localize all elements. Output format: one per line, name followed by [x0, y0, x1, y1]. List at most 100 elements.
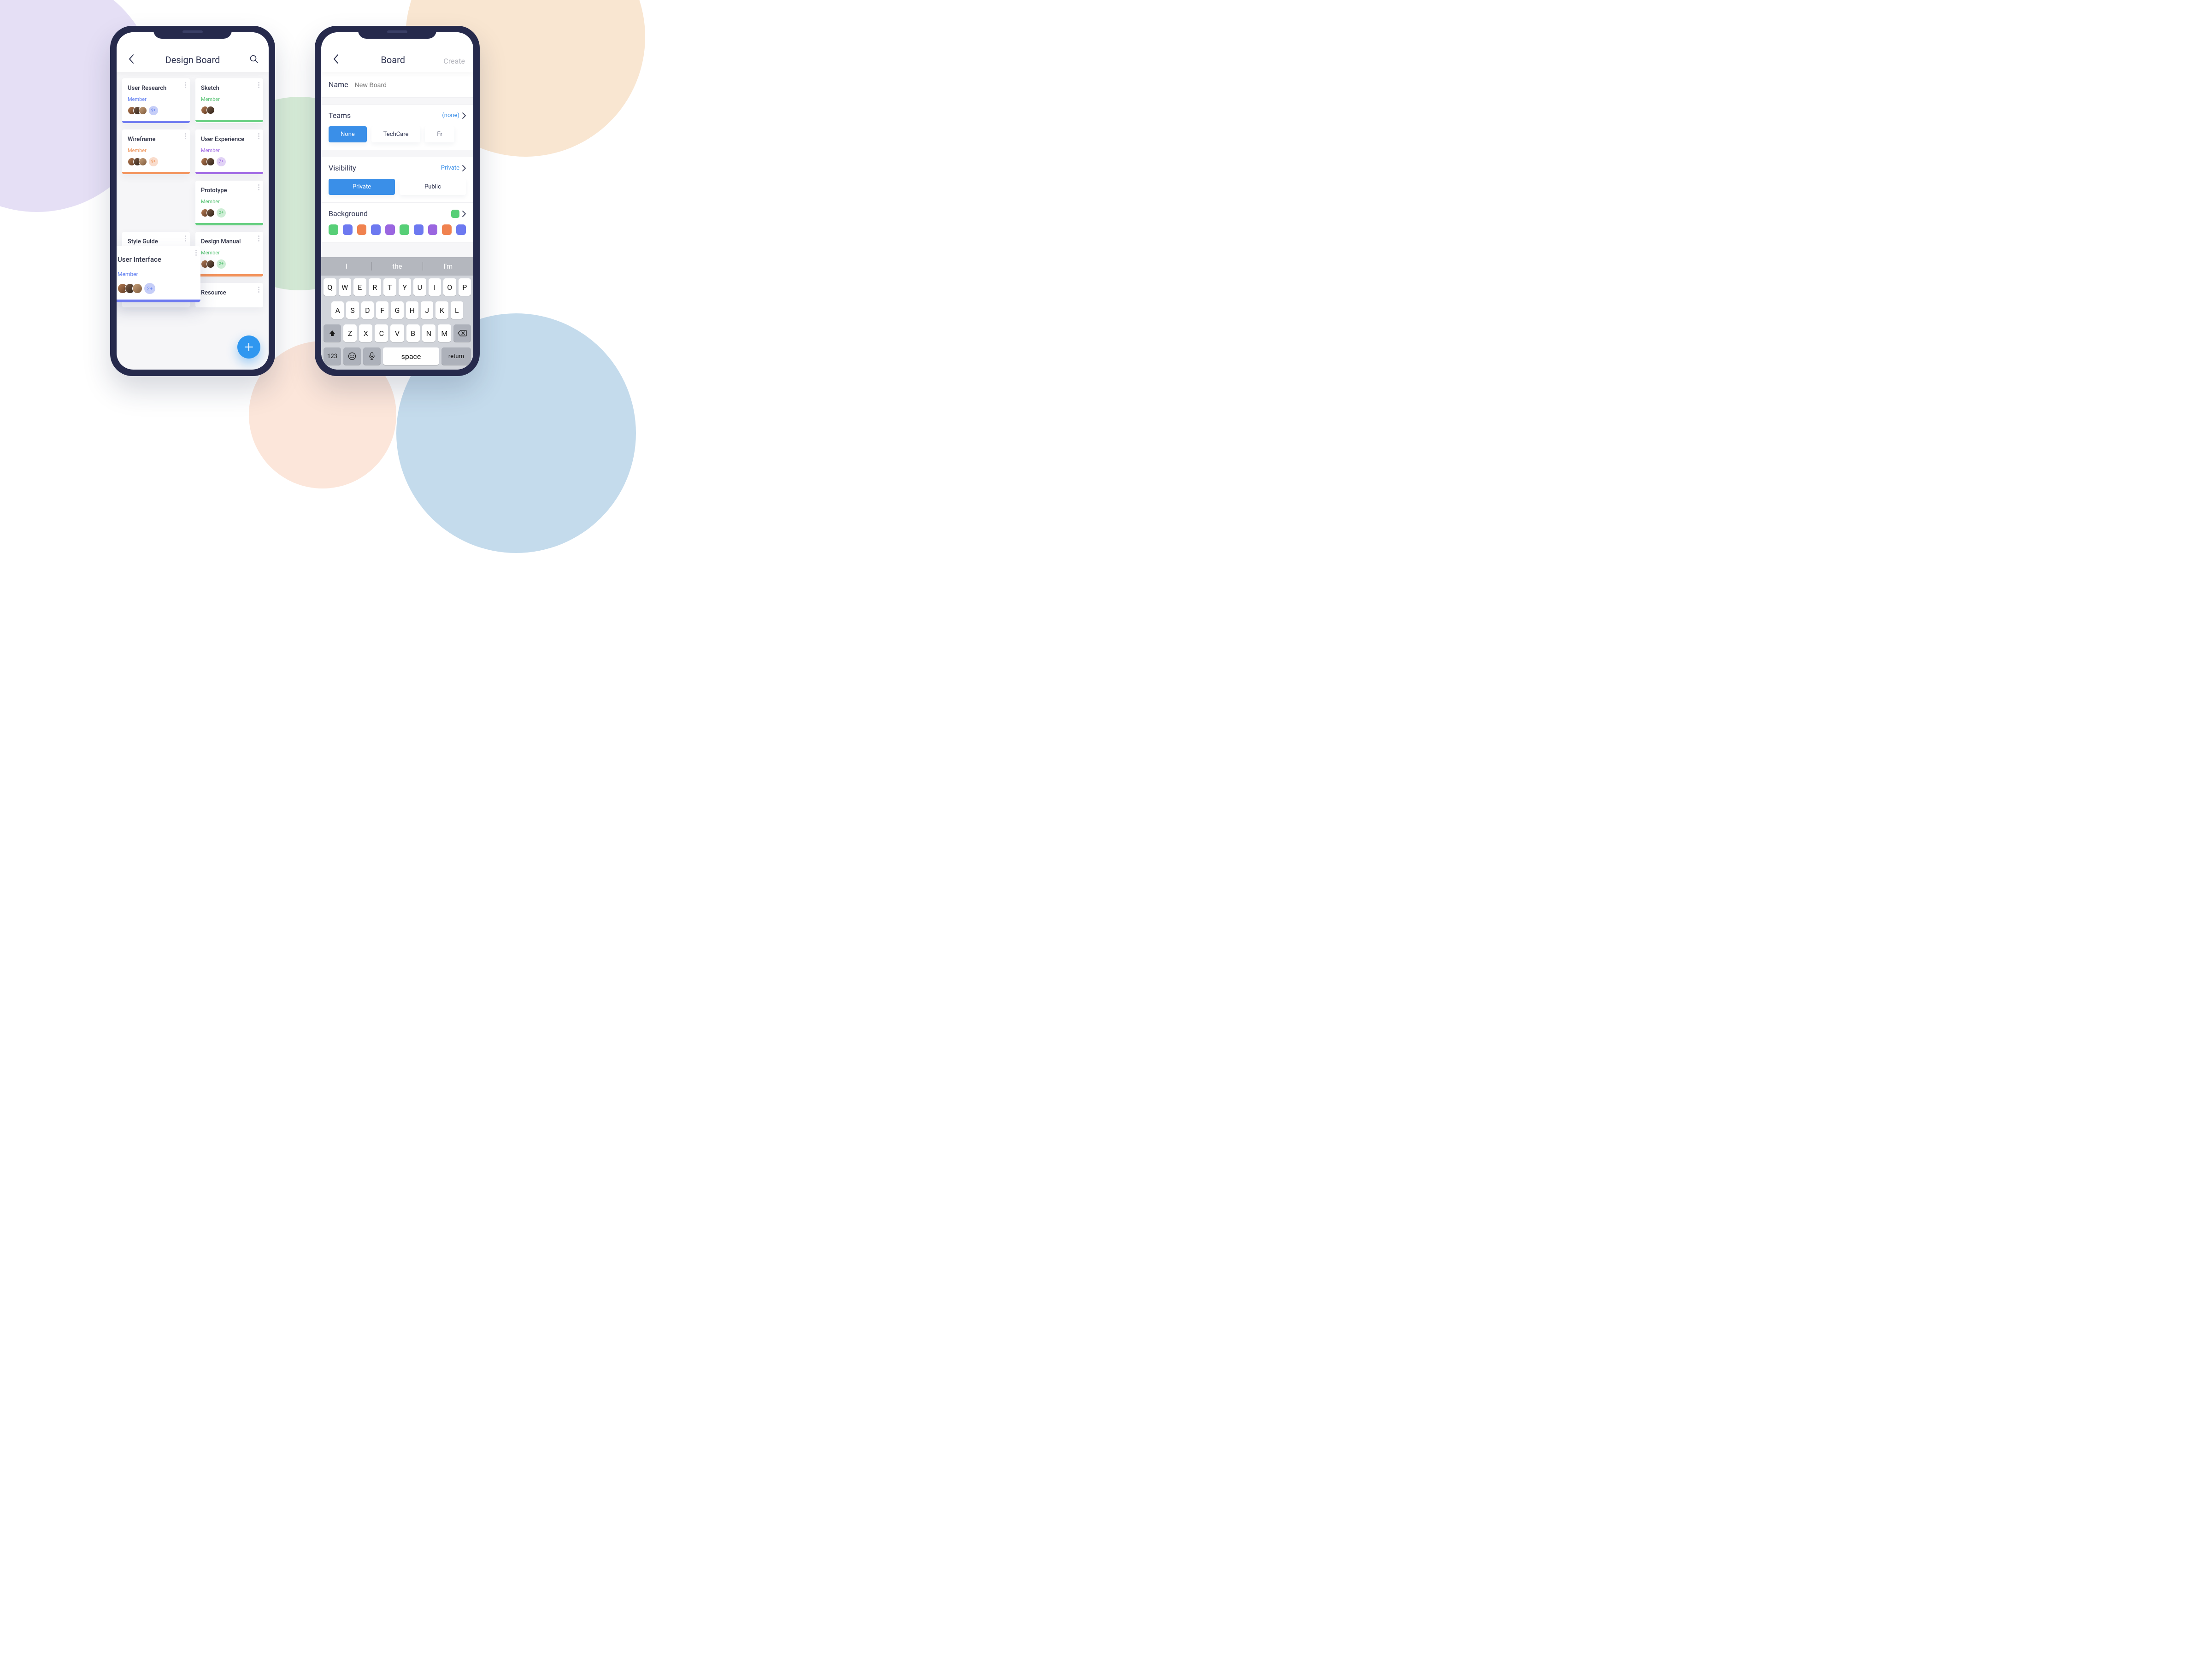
shift-key[interactable]: [324, 324, 341, 342]
search-button[interactable]: [247, 53, 260, 65]
backspace-key[interactable]: [453, 324, 471, 342]
card-member-label: Member: [201, 147, 258, 153]
board-card[interactable]: User Experience Member7+: [195, 129, 263, 174]
board-card[interactable]: Resource: [195, 283, 263, 307]
letter-key[interactable]: K: [435, 301, 448, 319]
card-member-label: Member: [128, 96, 184, 102]
back-button[interactable]: [125, 53, 138, 65]
visibility-header[interactable]: Visibility Private: [321, 157, 473, 179]
card-member-label: Member: [128, 147, 184, 153]
more-icon[interactable]: [185, 82, 186, 88]
letter-key[interactable]: F: [376, 301, 388, 319]
board-card[interactable]: Prototype Member 2+: [195, 181, 263, 225]
keyboard-suggestion[interactable]: the: [371, 262, 422, 271]
team-option-pill[interactable]: None: [329, 126, 367, 142]
create-button[interactable]: Create: [443, 57, 465, 65]
letter-key[interactable]: J: [421, 301, 433, 319]
card-accent-bar: [195, 120, 263, 122]
color-swatch[interactable]: [400, 224, 409, 235]
card-member-label: Member: [201, 96, 258, 102]
add-board-fab[interactable]: [237, 335, 260, 359]
name-label: Name: [329, 80, 348, 89]
board-card[interactable]: Wireframe Member9+: [122, 129, 190, 174]
more-icon[interactable]: [185, 133, 186, 139]
visibility-section: Visibility Private Private Public: [321, 157, 473, 203]
card-title: Design Manual: [201, 238, 258, 245]
letter-key[interactable]: B: [406, 324, 420, 342]
board-card[interactable]: User Research Member9+: [122, 78, 190, 123]
card-title: Prototype: [201, 187, 258, 194]
board-card[interactable]: Design Manual Member2+: [195, 232, 263, 276]
letter-key[interactable]: L: [451, 301, 463, 319]
letter-key[interactable]: N: [422, 324, 435, 342]
color-swatch[interactable]: [414, 224, 424, 235]
letter-key[interactable]: S: [346, 301, 359, 319]
emoji-key[interactable]: [343, 347, 361, 365]
team-option-pill[interactable]: TechCare: [371, 126, 421, 142]
more-icon[interactable]: [258, 133, 259, 139]
teams-value: (none): [442, 112, 459, 119]
letter-key[interactable]: H: [406, 301, 418, 319]
color-swatch[interactable]: [456, 224, 466, 235]
visibility-option-pill[interactable]: Private: [329, 179, 395, 195]
more-icon[interactable]: [185, 235, 186, 241]
more-icon[interactable]: [258, 82, 259, 88]
page-title: Board: [342, 54, 443, 65]
letter-key[interactable]: Q: [324, 278, 336, 296]
card-accent-bar: [195, 274, 263, 276]
background-section: Background: [321, 203, 473, 243]
letter-key[interactable]: U: [413, 278, 426, 296]
team-option-pill[interactable]: Fr: [425, 126, 454, 142]
more-icon[interactable]: [195, 250, 197, 256]
chevron-right-icon: [462, 112, 466, 119]
letter-key[interactable]: Y: [399, 278, 412, 296]
board-card[interactable]: Sketch Member: [195, 78, 263, 123]
background-header[interactable]: Background: [321, 203, 473, 224]
letter-key[interactable]: O: [443, 278, 456, 296]
letter-key[interactable]: Z: [343, 324, 357, 342]
mic-key[interactable]: [363, 347, 381, 365]
letter-key[interactable]: X: [359, 324, 372, 342]
board-card-floating[interactable]: User Interface Member 2+: [117, 246, 200, 302]
letter-key[interactable]: C: [375, 324, 388, 342]
more-icon[interactable]: [258, 184, 259, 190]
avatar: [206, 158, 215, 166]
letter-key[interactable]: W: [339, 278, 352, 296]
space-key[interactable]: space: [383, 347, 439, 365]
color-swatch[interactable]: [329, 224, 338, 235]
letter-key[interactable]: G: [391, 301, 403, 319]
page-title: Design Board: [138, 54, 247, 65]
avatar-group: [201, 106, 258, 114]
avatar-group: 2+: [201, 208, 258, 218]
color-swatch[interactable]: [385, 224, 395, 235]
chevron-right-icon: [462, 165, 466, 171]
keyboard-suggestion[interactable]: I: [321, 262, 371, 271]
more-icon[interactable]: [258, 235, 259, 241]
letter-key[interactable]: M: [438, 324, 451, 342]
letter-key[interactable]: A: [331, 301, 344, 319]
letter-key[interactable]: D: [361, 301, 374, 319]
numbers-key[interactable]: 123: [324, 347, 341, 365]
color-swatch[interactable]: [371, 224, 381, 235]
color-swatch[interactable]: [442, 224, 452, 235]
teams-header[interactable]: Teams (none): [321, 105, 473, 126]
card-title: User Experience: [201, 136, 258, 143]
color-swatch[interactable]: [428, 224, 438, 235]
color-swatch[interactable]: [343, 224, 353, 235]
card-accent-bar: [195, 223, 263, 225]
letter-key[interactable]: P: [459, 278, 471, 296]
letter-key[interactable]: R: [369, 278, 382, 296]
letter-key[interactable]: I: [429, 278, 441, 296]
letter-key[interactable]: E: [353, 278, 366, 296]
letter-key[interactable]: V: [390, 324, 404, 342]
visibility-option-pill[interactable]: Public: [400, 179, 466, 195]
back-button[interactable]: [329, 53, 342, 65]
more-icon[interactable]: [258, 287, 259, 293]
card-accent-bar: [122, 121, 190, 123]
card-member-label: Member: [201, 199, 258, 205]
letter-key[interactable]: T: [383, 278, 396, 296]
return-key[interactable]: return: [441, 347, 471, 365]
color-swatch[interactable]: [357, 224, 367, 235]
board-name-input[interactable]: [355, 81, 466, 88]
keyboard-suggestion[interactable]: I'm: [423, 262, 473, 271]
